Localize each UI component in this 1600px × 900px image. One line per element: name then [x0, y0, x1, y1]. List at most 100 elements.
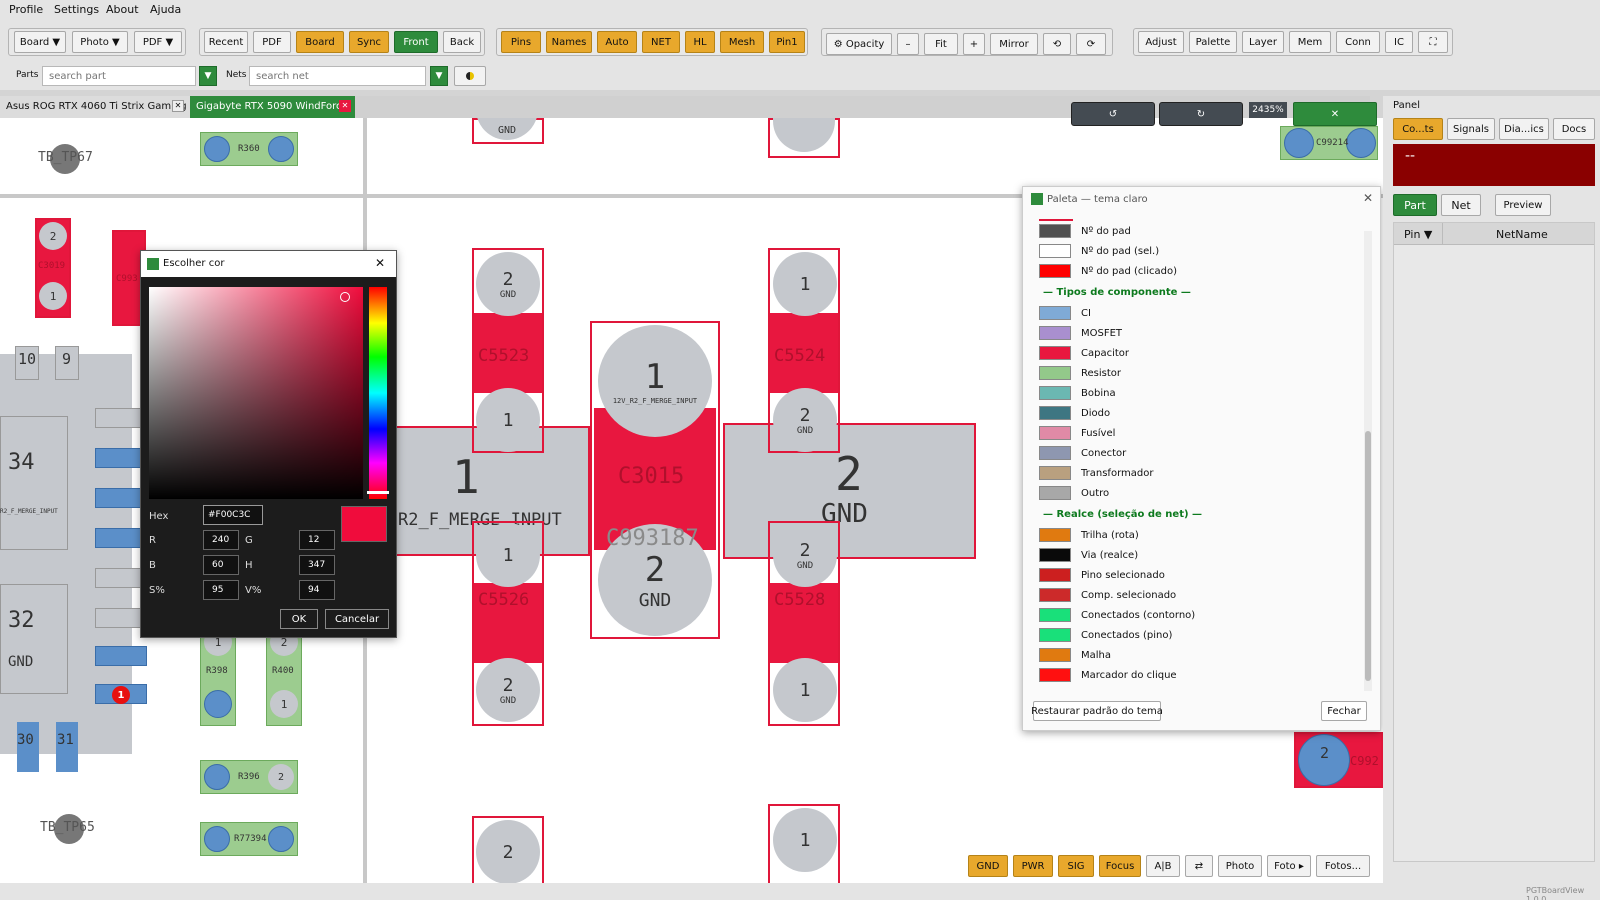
c3015-pad-1[interactable]: 1 12V_R2_F_MERGE_INPUT [598, 325, 712, 437]
hl-button[interactable]: HL [685, 31, 715, 53]
pwr-filter-button[interactable]: PWR [1013, 855, 1053, 877]
menu-settings[interactable]: Settings [54, 3, 99, 16]
palette-row[interactable]: Nº do pad (clicado) [1039, 263, 1177, 279]
tab-part[interactable]: Part [1393, 194, 1437, 216]
palette-row[interactable]: Diodo [1039, 405, 1110, 421]
color-swatch[interactable] [1039, 426, 1071, 440]
ok-button[interactable]: OK [280, 609, 318, 629]
r-input[interactable]: 240 [203, 530, 239, 550]
palette-row[interactable]: Comp. selecionado [1039, 587, 1176, 603]
names-button[interactable]: Names [546, 31, 592, 53]
palette-row[interactable]: Capacitor [1039, 345, 1129, 361]
board-button[interactable]: Board [296, 31, 344, 53]
layer-button[interactable]: Layer [1242, 31, 1284, 53]
c5528-pad-2[interactable]: 2 GND [773, 523, 837, 587]
palette-row[interactable]: Trilha (rota) [1039, 527, 1139, 543]
pad[interactable]: 2 [39, 222, 67, 250]
pad[interactable] [268, 826, 294, 852]
hex-input[interactable]: #F00C3C [203, 505, 263, 525]
mirror-button[interactable]: Mirror [990, 33, 1038, 55]
color-swatch[interactable] [1039, 668, 1071, 682]
color-swatch[interactable] [1039, 466, 1071, 480]
color-swatch[interactable] [1039, 528, 1071, 542]
pad[interactable] [204, 136, 230, 162]
color-swatch[interactable] [1039, 446, 1071, 460]
part-dropdown-icon[interactable]: ▼ [199, 66, 217, 86]
preview-button[interactable]: Preview [1495, 194, 1551, 216]
pins-button[interactable]: Pins [501, 31, 541, 53]
tab-diagnostics[interactable]: Dia...ics [1499, 118, 1549, 140]
fechar-button[interactable]: Fechar [1321, 701, 1367, 721]
c5526-pad-2[interactable]: 2 GND [476, 658, 540, 722]
ic-pin-34[interactable] [0, 416, 68, 550]
color-swatch[interactable] [1039, 224, 1071, 238]
palette-row[interactable]: MOSFET [1039, 325, 1122, 341]
ic-button[interactable]: IC [1385, 31, 1413, 53]
palette-button[interactable]: Palette [1189, 31, 1237, 53]
pad[interactable]: 1 [39, 282, 67, 310]
pad[interactable] [204, 826, 230, 852]
palette-row[interactable]: Pino selecionado [1039, 567, 1165, 583]
opacity-button[interactable]: ⚙ Opacity [826, 33, 892, 55]
part-search-input[interactable] [42, 66, 196, 86]
color-swatch[interactable] [1039, 568, 1071, 582]
tab-asus[interactable]: Asus ROG RTX 4060 Ti Strix Gaming ✕ [0, 96, 190, 118]
close-icon[interactable]: ✕ [1363, 191, 1373, 205]
color-swatch[interactable] [1039, 366, 1071, 380]
conn-button[interactable]: Conn [1336, 31, 1380, 53]
pdf-button[interactable]: PDF [253, 31, 291, 53]
palette-row[interactable]: Outro [1039, 485, 1109, 501]
col-netname[interactable]: NetName [1496, 228, 1548, 241]
mesh-button[interactable]: Mesh [720, 31, 764, 53]
color-swatch[interactable] [1039, 486, 1071, 500]
net-button[interactable]: NET [642, 31, 680, 53]
tab-net[interactable]: Net [1441, 194, 1481, 216]
scrollbar-thumb[interactable] [1365, 431, 1371, 681]
c5524-pad-1[interactable]: 1 [773, 252, 837, 316]
tab-components[interactable]: Co...ts [1393, 118, 1443, 140]
rotate-view-right-button[interactable]: ↻ [1159, 102, 1243, 126]
color-swatch[interactable] [1039, 548, 1071, 562]
cancel-button[interactable]: Cancelar [325, 609, 389, 629]
tab-close-icon[interactable]: ✕ [339, 100, 351, 112]
pad[interactable] [1346, 128, 1376, 158]
palette-row[interactable]: Via (realce) [1039, 547, 1138, 563]
restore-defaults-button[interactable]: Restaurar padrão do tema [1031, 701, 1163, 721]
palette-scrollbar[interactable] [1364, 231, 1372, 691]
ic-pin[interactable] [95, 646, 147, 666]
pad[interactable] [1284, 128, 1314, 158]
rotate-right-button[interactable]: ⟳ [1076, 33, 1106, 55]
color-swatch[interactable] [1039, 588, 1071, 602]
sync-button[interactable]: Sync [349, 31, 389, 53]
color-swatch[interactable] [1039, 406, 1071, 420]
fotos-button[interactable]: Fotos... [1316, 855, 1370, 877]
back-button[interactable]: Back [443, 31, 481, 53]
photo-menu-button[interactable]: Photo ▼ [72, 31, 128, 53]
palette-row[interactable]: Resistor [1039, 365, 1121, 381]
photo-button[interactable]: Photo [1218, 855, 1262, 877]
pin1-button[interactable]: Pin1 [769, 31, 805, 53]
sig-filter-button[interactable]: SIG [1058, 855, 1094, 877]
color-swatch[interactable] [1039, 244, 1071, 258]
palette-row[interactable]: Fusível [1039, 425, 1115, 441]
adjust-button[interactable]: Adjust [1138, 31, 1184, 53]
menu-ajuda[interactable]: Ajuda [150, 3, 181, 16]
palette-row[interactable]: Malha [1039, 647, 1111, 663]
swap-icon[interactable]: ⇄ [1185, 855, 1213, 877]
palette-row[interactable]: Transformador [1039, 465, 1153, 481]
palette-row[interactable]: Conector [1039, 445, 1126, 461]
recent-button[interactable]: Recent [204, 31, 248, 53]
color-swatch[interactable] [1039, 326, 1071, 340]
palette-row[interactable]: CI [1039, 305, 1091, 321]
pad[interactable]: 2 [476, 820, 540, 883]
auto-button[interactable]: Auto [597, 31, 637, 53]
color-swatch[interactable] [1039, 628, 1071, 642]
rotate-view-left-button[interactable]: ↺ [1071, 102, 1155, 126]
v-input[interactable]: 94 [299, 580, 335, 600]
expand-icon[interactable]: ⛶ [1418, 31, 1448, 53]
gnd-filter-button[interactable]: GND [968, 855, 1008, 877]
col-pin[interactable]: Pin ▼ [1404, 228, 1432, 241]
rotate-left-button[interactable]: ⟲ [1043, 33, 1071, 55]
tab-close-icon[interactable]: ✕ [172, 100, 184, 112]
palette-row[interactable]: Bobina [1039, 385, 1116, 401]
